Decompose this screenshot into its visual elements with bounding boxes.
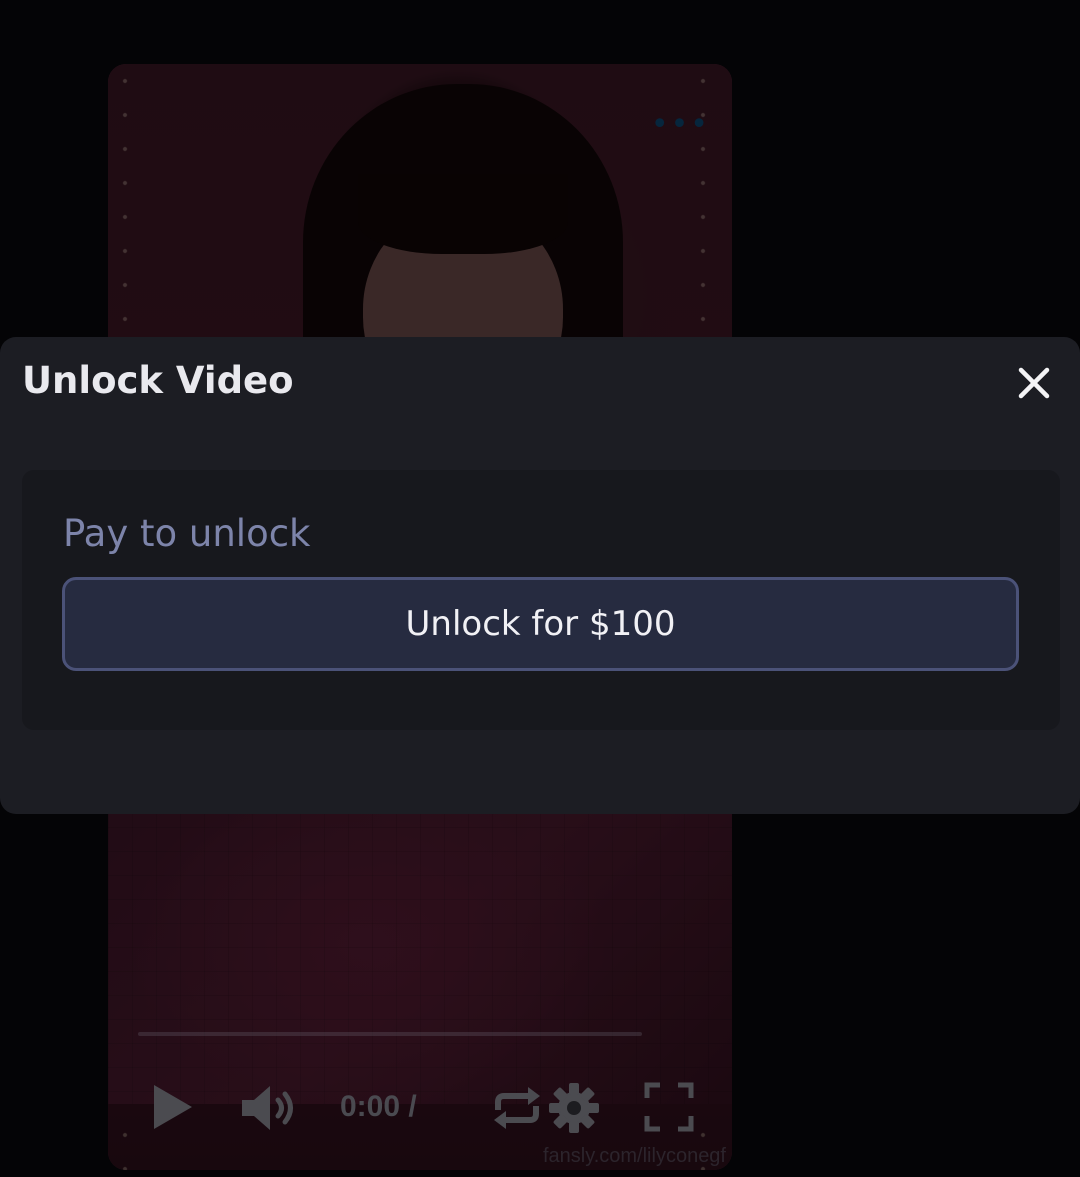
page: ••• 0:00 / fansly.com/lilyconegf Unlock … — [0, 0, 1080, 1177]
player-controls: 0:00 / — [108, 1074, 732, 1144]
close-icon[interactable] — [1014, 363, 1054, 403]
play-icon[interactable] — [150, 1082, 196, 1132]
gear-icon[interactable] — [546, 1080, 602, 1136]
time-display: 0:00 / — [340, 1090, 417, 1123]
unlock-button[interactable]: Unlock for $100 — [62, 577, 1019, 671]
payment-card: Pay to unlock Unlock for $100 — [22, 470, 1060, 730]
unlock-modal: Unlock Video Pay to unlock Unlock for $1… — [0, 337, 1080, 814]
volume-icon[interactable] — [240, 1084, 300, 1132]
watermark: fansly.com/lilyconegf — [542, 1145, 726, 1167]
pay-to-unlock-label: Pay to unlock — [63, 512, 311, 555]
loop-icon[interactable] — [492, 1084, 542, 1132]
video-progress-bar[interactable] — [138, 1032, 642, 1036]
fullscreen-icon[interactable] — [644, 1082, 694, 1132]
modal-title: Unlock Video — [22, 359, 294, 402]
